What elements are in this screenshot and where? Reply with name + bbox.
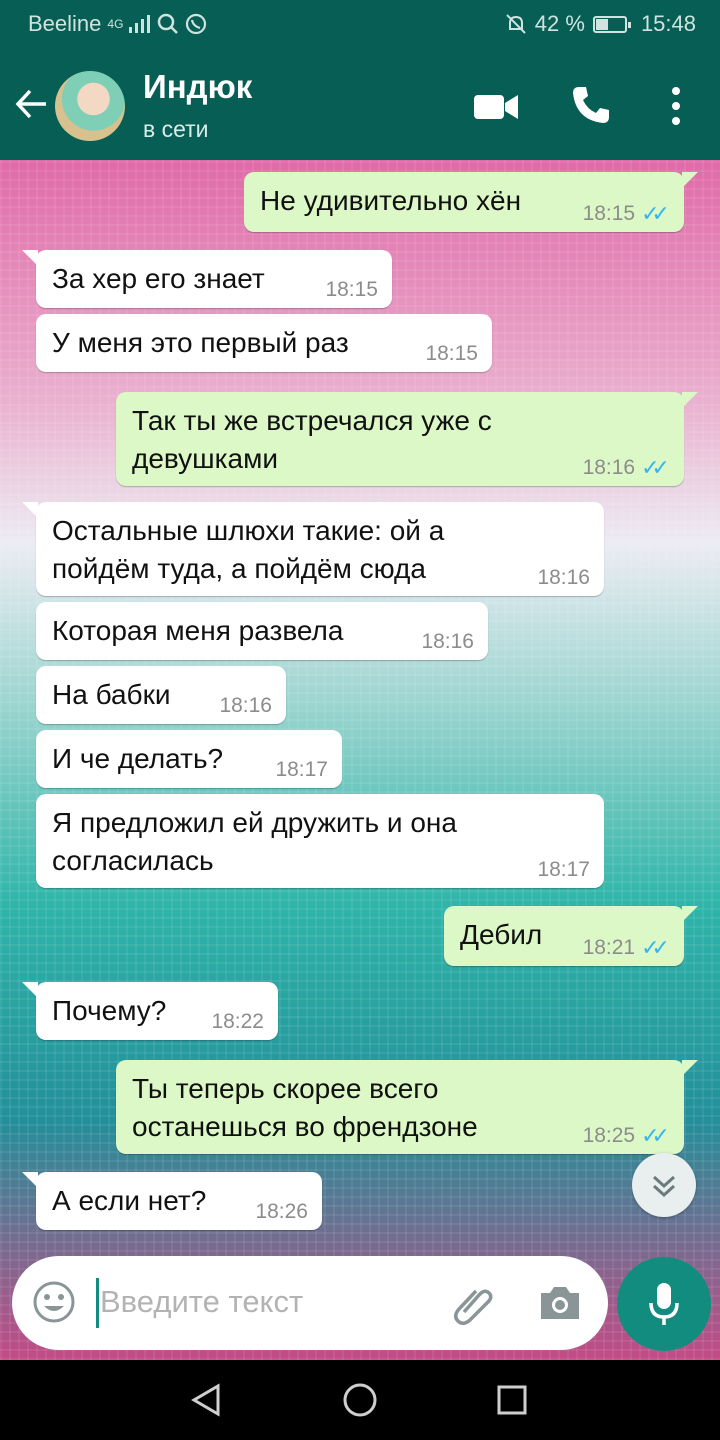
- message-meta: 18:16 ✓✓: [583, 456, 670, 480]
- message-bubble-outgoing[interactable]: Так ты же встречался уже с девушками 18:…: [116, 392, 698, 486]
- message-meta: 18:21 ✓✓: [583, 936, 670, 960]
- scroll-down-button[interactable]: [632, 1153, 696, 1217]
- message-text: Которая меня развела: [52, 615, 344, 646]
- message-text: Так ты же встречался уже с девушками: [132, 405, 492, 474]
- text-cursor: [96, 1278, 99, 1328]
- nav-back-icon[interactable]: [188, 1382, 224, 1418]
- emoji-icon[interactable]: [32, 1280, 76, 1324]
- back-arrow-icon[interactable]: [14, 86, 50, 122]
- system-nav-bar: [0, 1360, 720, 1440]
- video-call-icon[interactable]: [474, 92, 518, 122]
- signal-icon: [129, 15, 151, 33]
- message-text: Ты теперь скорее всего останешься во фре…: [132, 1073, 478, 1142]
- message-input[interactable]: Введите текст: [100, 1284, 303, 1320]
- message-bubble-outgoing[interactable]: Ты теперь скорее всего останешься во фре…: [116, 1060, 698, 1154]
- message-bubble-incoming[interactable]: Остальные шлюхи такие: ой а пойдём туда,…: [22, 502, 604, 596]
- camera-icon[interactable]: [538, 1284, 582, 1322]
- message-meta: 18:16: [219, 694, 272, 718]
- more-vert-icon[interactable]: [668, 86, 684, 126]
- read-ticks-icon: ✓✓: [641, 935, 670, 960]
- contact-name[interactable]: Индюк: [143, 68, 252, 106]
- message-meta: 18:17: [537, 858, 590, 882]
- message-bubble-incoming[interactable]: А если нет? 18:26: [22, 1172, 322, 1230]
- avatar[interactable]: [55, 71, 125, 141]
- message-meta: 18:15: [325, 278, 378, 302]
- status-right: 42 % 15:48: [505, 11, 696, 37]
- scroll-down-icon: [652, 1175, 676, 1198]
- message-time: 18:15: [325, 278, 378, 301]
- message-bubble-incoming[interactable]: На бабки 18:16: [36, 666, 286, 724]
- message-bubble-incoming[interactable]: Которая меня развела 18:16: [36, 602, 488, 660]
- phone-icon[interactable]: [570, 84, 612, 126]
- message-text: Я предложил ей дружить и она согласилась: [52, 807, 457, 876]
- message-bubble-outgoing[interactable]: Дебил 18:21 ✓✓: [444, 906, 698, 966]
- message-time: 18:16: [537, 566, 590, 589]
- contact-status: в сети: [143, 116, 209, 142]
- nav-home-icon[interactable]: [342, 1382, 378, 1418]
- message-text: Остальные шлюхи такие: ой а пойдём туда,…: [52, 515, 445, 584]
- message-meta: 18:26: [255, 1200, 308, 1224]
- read-ticks-icon: ✓✓: [641, 201, 670, 226]
- attach-icon[interactable]: [450, 1282, 496, 1328]
- status-bar: Beeline 4G 42 % 15:48: [0, 0, 720, 48]
- read-ticks-icon: ✓✓: [641, 1123, 670, 1148]
- message-time: 18:16: [421, 630, 474, 653]
- message-bubble-incoming[interactable]: Я предложил ей дружить и она согласилась…: [36, 794, 604, 888]
- message-time: 18:16: [219, 694, 272, 717]
- message-meta: 18:16: [421, 630, 474, 654]
- battery-icon: [592, 15, 631, 33]
- message-time: 18:16: [582, 456, 636, 479]
- chat-header: Индюк в сети: [0, 48, 720, 160]
- network-type: 4G: [107, 17, 124, 31]
- read-ticks-icon: ✓✓: [641, 455, 670, 480]
- mic-button[interactable]: [617, 1257, 711, 1351]
- battery-percent: 42 %: [534, 11, 585, 36]
- message-text: У меня это первый раз: [52, 327, 349, 358]
- message-time: 18:25: [582, 1124, 636, 1147]
- mute-icon: [506, 14, 526, 34]
- message-bubble-incoming[interactable]: За хер его знает 18:15: [22, 250, 392, 308]
- clock: 15:48: [640, 11, 696, 36]
- carrier-name: Beeline: [28, 11, 102, 36]
- message-bubble-outgoing[interactable]: Не удивительно хён 18:15 ✓✓: [244, 172, 698, 232]
- message-meta: 18:17: [275, 758, 328, 782]
- message-meta: 18:15 ✓✓: [583, 202, 670, 226]
- message-bubble-incoming[interactable]: У меня это первый раз 18:15: [36, 314, 492, 372]
- message-time: 18:15: [582, 202, 636, 225]
- chat-area[interactable]: Не удивительно хён 18:15 ✓✓ За хер его зн…: [0, 160, 720, 1360]
- search-icon: [158, 13, 179, 34]
- message-meta: 18:25 ✓✓: [583, 1124, 670, 1148]
- message-meta: 18:22: [211, 1010, 264, 1034]
- message-time: 18:22: [211, 1010, 264, 1033]
- nav-recents-icon[interactable]: [496, 1384, 528, 1416]
- message-time: 18:15: [425, 342, 478, 365]
- message-bubble-incoming[interactable]: И че делать? 18:17: [36, 730, 342, 788]
- message-time: 18:17: [275, 758, 328, 781]
- message-time: 18:21: [582, 936, 636, 959]
- mic-icon: [649, 1283, 679, 1325]
- status-left: Beeline 4G: [28, 11, 207, 37]
- message-meta: 18:15: [425, 342, 478, 366]
- message-time: 18:26: [255, 1200, 308, 1223]
- message-composer: Введите текст: [12, 1256, 608, 1350]
- whatsapp-notification-icon: [186, 13, 207, 35]
- message-bubble-incoming[interactable]: Почему? 18:22: [22, 982, 278, 1040]
- message-time: 18:17: [537, 858, 590, 881]
- message-meta: 18:16: [537, 566, 590, 590]
